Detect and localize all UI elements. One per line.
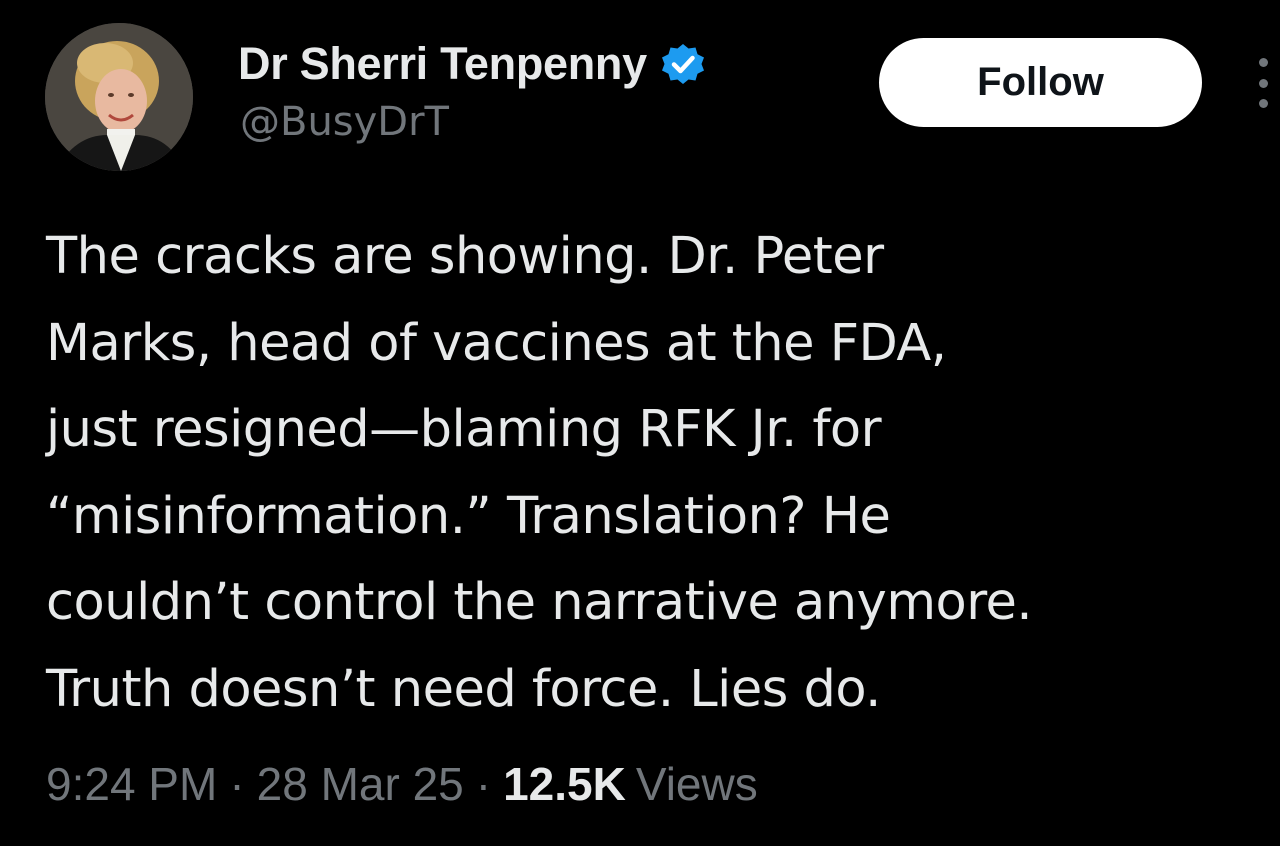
- tweet-text-line: The cracks are showing. Dr. Peter: [46, 227, 884, 286]
- more-vertical-icon[interactable]: [1253, 58, 1273, 108]
- tweet-text-line: Truth doesn’t need force. Lies do.: [46, 659, 881, 719]
- profile-photo: [45, 23, 193, 171]
- author-handle[interactable]: @BusyDrT: [240, 99, 449, 145]
- views-label[interactable]: Views: [636, 757, 758, 811]
- meta-separator: ·: [229, 758, 245, 810]
- views-count[interactable]: 12.5K: [503, 757, 626, 811]
- tweet-time[interactable]: 9:24 PM: [46, 757, 217, 811]
- tweet-meta: 9:24 PM · 28 Mar 25 · 12.5K Views: [46, 757, 758, 811]
- more-dot: [1258, 78, 1268, 88]
- more-dot: [1258, 99, 1268, 108]
- tweet-text-line: “misinformation.” Translation? He: [46, 486, 891, 546]
- author-name-row[interactable]: Dr Sherri Tenpenny: [238, 36, 707, 92]
- more-dot: [1258, 58, 1268, 67]
- meta-separator: ·: [475, 758, 492, 810]
- tweet-text: The cracks are showing. Dr. Peter Marks,…: [46, 214, 1256, 733]
- tweet-date[interactable]: 28 Mar 25: [257, 757, 464, 811]
- verified-badge-icon[interactable]: [659, 40, 707, 88]
- display-name[interactable]: Dr Sherri Tenpenny: [238, 38, 647, 90]
- tweet-text-line: Marks, head of vaccines at the FDA,: [46, 313, 947, 373]
- follow-button[interactable]: Follow: [879, 38, 1202, 127]
- avatar[interactable]: [45, 23, 193, 171]
- tweet-text-line: just resigned—blaming RFK Jr. for: [46, 400, 882, 459]
- tweet-text-line: couldn’t control the narrative anymore.: [46, 573, 1033, 632]
